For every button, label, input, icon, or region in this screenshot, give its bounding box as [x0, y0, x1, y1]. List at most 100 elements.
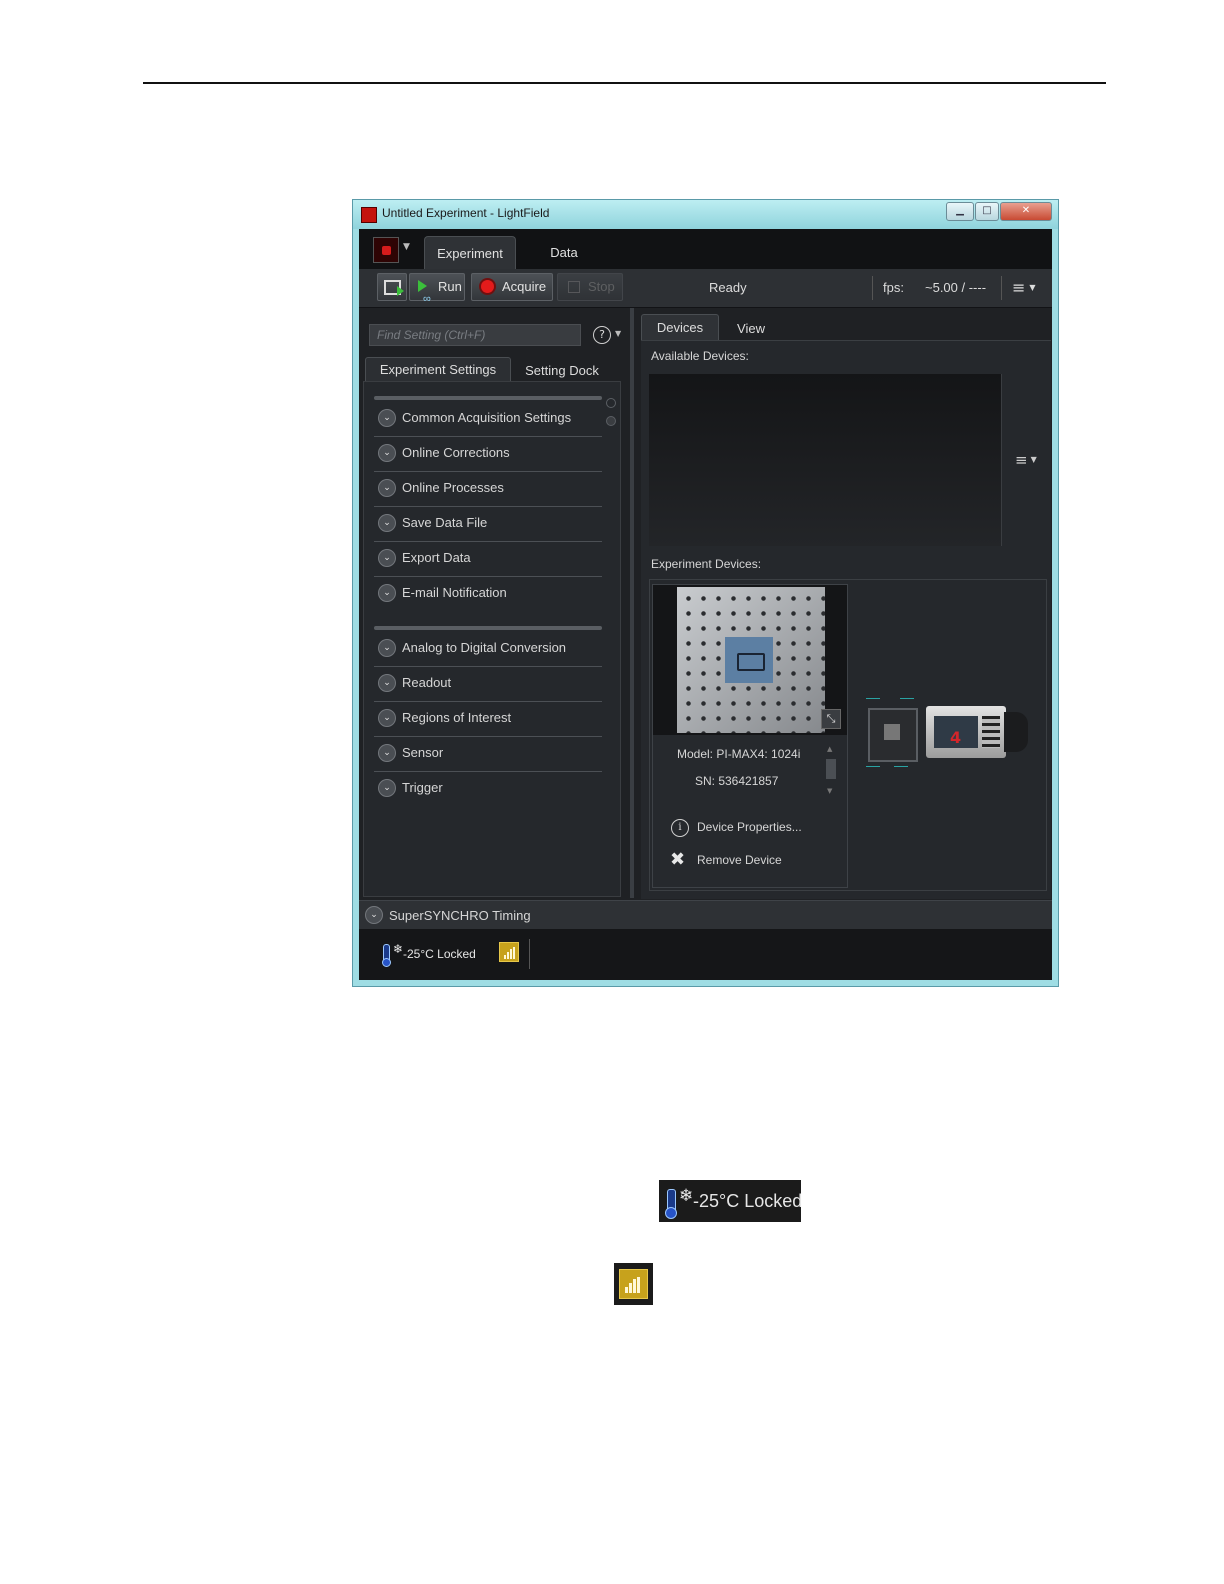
thermometer-icon [382, 944, 391, 967]
device-properties-link[interactable]: Device Properties... [697, 820, 802, 834]
pane-splitter[interactable] [630, 308, 634, 898]
page-rule [143, 82, 1106, 84]
available-devices-label: Available Devices: [651, 349, 749, 363]
chevron-down-icon: ⌄ [378, 584, 396, 602]
chevron-down-icon[interactable]: ▼ [403, 242, 410, 252]
experiment-devices-label: Experiment Devices: [651, 557, 762, 571]
setting-sensor[interactable]: ⌄ Sensor [374, 737, 602, 772]
minimize-button[interactable]: ▁ [946, 202, 974, 221]
stop-button[interactable]: Stop [557, 273, 623, 301]
chevron-down-icon: ⌄ [378, 409, 396, 427]
acquire-icon [481, 280, 494, 293]
temperature-status-callout: ❄ -25°C Locked [659, 1180, 803, 1222]
tab-data[interactable]: Data [539, 236, 589, 269]
window-title: Untitled Experiment - LightField [382, 206, 550, 220]
chevron-down-icon: ⌄ [378, 479, 396, 497]
stop-label: Stop [588, 279, 615, 294]
tab-devices[interactable]: Devices [641, 314, 719, 340]
chevron-down-icon[interactable]: ▼ [615, 329, 621, 338]
info-icon[interactable]: i [671, 819, 689, 837]
group-divider [374, 396, 602, 400]
preview-button[interactable] [377, 273, 407, 301]
chevron-down-icon: ⌄ [378, 444, 396, 462]
client-area: ▼ Experiment Data ∞ Run Acquire Stop Rea… [359, 229, 1052, 980]
snowflake-icon: ❄ [393, 942, 404, 956]
camera-image: 4 [926, 704, 1030, 762]
supersynchro-expander[interactable]: ⌄ SuperSYNCHRO Timing [359, 900, 1052, 930]
chevron-down-icon: ⌄ [378, 709, 396, 727]
settings-list: ⌄ Common Acquisition Settings ⌄ Online C… [363, 381, 621, 897]
chevron-down-icon: ⌄ [378, 744, 396, 762]
close-button[interactable]: ✕ [1000, 202, 1052, 221]
acquire-label: Acquire [502, 279, 547, 294]
setting-regions-of-interest[interactable]: ⌄ Regions of Interest [374, 702, 602, 737]
signal-icon-callout [614, 1263, 653, 1305]
chevron-down-icon: ⌄ [378, 674, 396, 692]
maximize-button[interactable]: □ [975, 202, 999, 221]
setting-online-processes[interactable]: ⌄ Online Processes [374, 472, 602, 507]
fps-label: fps: [883, 280, 904, 295]
toolbar: ∞ Run Acquire Stop Ready fps: ~5.00 / --… [359, 269, 1052, 308]
tab-experiment[interactable]: Experiment [424, 236, 516, 269]
ribbon: ▼ Experiment Data [359, 229, 1052, 269]
chevron-down-icon: ⌄ [378, 779, 396, 797]
setting-online-corrections[interactable]: ⌄ Online Corrections [374, 437, 602, 472]
toolbar-divider [872, 276, 873, 300]
group-divider [374, 626, 602, 630]
chevron-down-icon: ⌄ [378, 549, 396, 567]
run-button[interactable]: ∞ Run [409, 273, 465, 305]
camera-icon [725, 637, 773, 683]
chevron-down-icon: ⌄ [378, 639, 396, 657]
remove-device-link[interactable]: Remove Device [697, 853, 782, 867]
help-icon[interactable]: ? [593, 326, 611, 344]
optical-table-image [677, 587, 825, 733]
settings-scrollbar[interactable] [606, 398, 616, 438]
device-model: Model: PI-MAX4: 1024i [677, 747, 801, 761]
experiment-devices-area: ⤡ Model: PI-MAX4: 1024i SN: 536421857 ▲ ▼… [649, 579, 1047, 891]
setting-export-data[interactable]: ⌄ Export Data [374, 542, 602, 577]
window-titlebar: Untitled Experiment - LightField ▁ □ ✕ [353, 200, 1058, 229]
status-divider [529, 939, 530, 969]
fps-value: ~5.00 / ---- [925, 280, 987, 295]
temperature-text: -25°C Locked [403, 947, 476, 961]
app-menu-button[interactable] [373, 237, 399, 263]
thermometer-icon [665, 1189, 677, 1219]
menu-icon[interactable]: ≡ ▼ [1012, 278, 1036, 297]
run-label: Run [438, 279, 462, 294]
sensor-diagram-image [864, 692, 922, 778]
setting-common-acquisition[interactable]: ⌄ Common Acquisition Settings [374, 402, 602, 437]
setting-save-data-file[interactable]: ⌄ Save Data File [374, 507, 602, 542]
chevron-down-icon: ⌄ [378, 514, 396, 532]
expand-icon[interactable]: ⤡ [821, 709, 841, 729]
acquire-button[interactable]: Acquire [471, 273, 553, 301]
status-bar: ❄ -25°C Locked [359, 929, 1052, 980]
device-image: ⤡ [653, 585, 847, 735]
signal-icon [619, 1269, 648, 1299]
device-card: ⤡ Model: PI-MAX4: 1024i SN: 536421857 ▲ ▼… [652, 584, 848, 888]
available-devices-area[interactable] [649, 374, 1002, 546]
stop-icon [568, 281, 580, 293]
tab-view[interactable]: View [733, 316, 769, 342]
signal-icon[interactable] [499, 942, 519, 962]
setting-adc[interactable]: ⌄ Analog to Digital Conversion [374, 632, 602, 667]
tab-setting-dock[interactable]: Setting Dock [519, 359, 605, 383]
find-setting-input[interactable]: Find Setting (Ctrl+F) [369, 324, 581, 346]
setting-readout[interactable]: ⌄ Readout [374, 667, 602, 702]
setting-trigger[interactable]: ⌄ Trigger [374, 772, 602, 807]
supersynchro-label: SuperSYNCHRO Timing [389, 908, 531, 923]
status-text: Ready [709, 280, 747, 295]
temperature-text: -25°C Locked [693, 1191, 803, 1211]
app-icon [361, 207, 377, 223]
setting-email-notification[interactable]: ⌄ E-mail Notification [374, 577, 602, 612]
chevron-down-icon: ⌄ [365, 906, 383, 924]
device-info-scrollbar[interactable]: ▲ ▼ [824, 743, 838, 799]
devices-body: Available Devices: ≡ ▼ Experiment Devices… [641, 340, 1051, 899]
close-icon[interactable]: ✖ [670, 849, 685, 870]
tab-experiment-settings[interactable]: Experiment Settings [365, 357, 511, 381]
settings-panel: Find Setting (Ctrl+F) ? ▼ Experiment Set… [359, 308, 636, 898]
menu-icon[interactable]: ≡ ▼ [1015, 451, 1037, 469]
toolbar-divider [1001, 276, 1002, 300]
snowflake-icon: ❄ [679, 1186, 694, 1206]
lightfield-window: Untitled Experiment - LightField ▁ □ ✕ ▼… [352, 199, 1059, 987]
device-serial: SN: 536421857 [695, 774, 779, 788]
